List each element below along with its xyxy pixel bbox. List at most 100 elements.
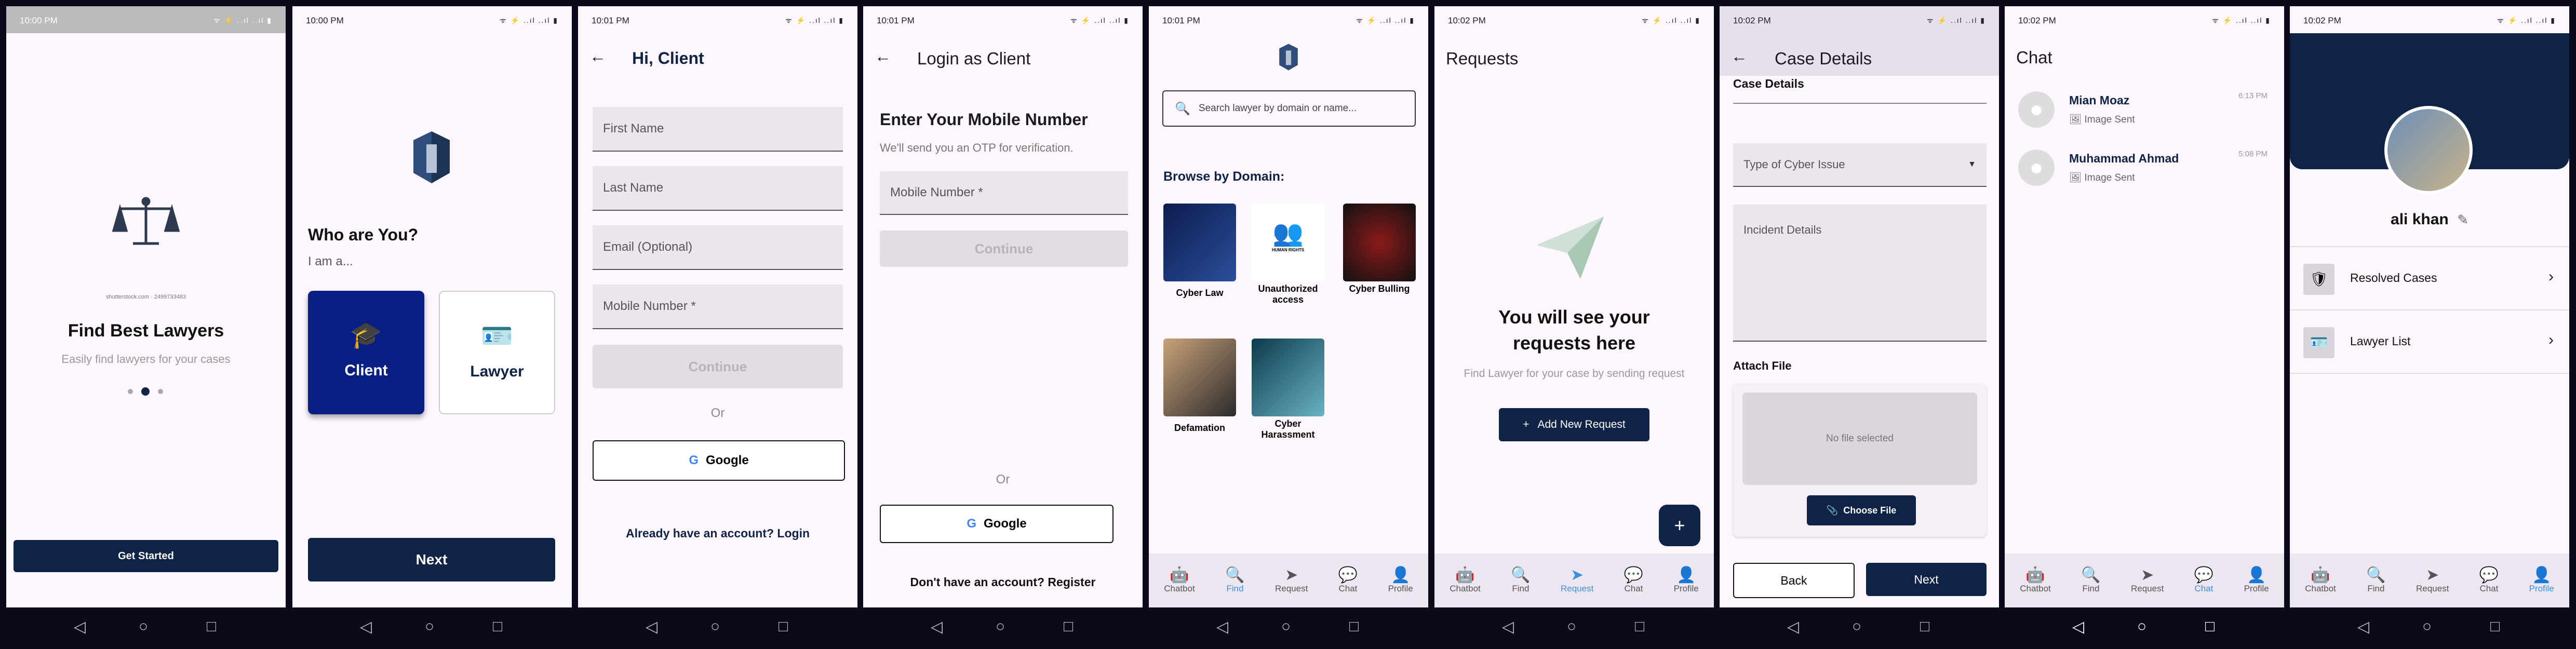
google-label: Google	[706, 453, 749, 467]
recents-square-icon[interactable]: □	[2205, 618, 2215, 636]
empty-state-title: You will see your requests here	[1498, 306, 1650, 354]
home-circle-icon[interactable]: ○	[2422, 618, 2432, 636]
nav-profile[interactable]: 👤 Profile	[2244, 567, 2269, 594]
back-triangle-icon[interactable]: ◁	[1787, 618, 1799, 636]
recents-square-icon[interactable]: □	[1349, 618, 1359, 636]
next-button[interactable]: Next	[308, 538, 555, 582]
register-link[interactable]: Don't have an account? Register	[863, 575, 1143, 589]
home-circle-icon[interactable]: ○	[1567, 618, 1576, 636]
page-dot[interactable]	[128, 389, 133, 394]
home-circle-icon[interactable]: ○	[710, 618, 720, 636]
home-circle-icon[interactable]: ○	[139, 618, 148, 636]
chat-preview: 🖼 Image Sent	[2069, 114, 2135, 125]
home-circle-icon[interactable]: ○	[425, 618, 434, 636]
role-lawyer-card[interactable]: 🪪 Lawyer	[439, 291, 555, 414]
recents-square-icon[interactable]: □	[1635, 618, 1644, 636]
continue-button[interactable]: Continue	[880, 231, 1128, 267]
domain-card-cyber-bulling[interactable]: Cyber Bulling	[1343, 204, 1416, 294]
page-dot-active[interactable]	[141, 387, 150, 396]
email-field[interactable]: Email (Optional)	[593, 225, 843, 270]
recents-square-icon[interactable]: □	[779, 618, 788, 636]
nav-request[interactable]: ➤ Request	[1561, 567, 1593, 594]
home-circle-icon[interactable]: ○	[2137, 618, 2146, 636]
nav-profile[interactable]: 👤 Profile	[1388, 567, 1413, 594]
login-link[interactable]: Already have an account? Login	[578, 526, 857, 540]
profile-avatar[interactable]	[2384, 106, 2473, 194]
mobile-field[interactable]: Mobile Number *	[880, 171, 1128, 215]
back-arrow-icon[interactable]: ←	[589, 47, 606, 66]
role-client-card[interactable]: 🎓 Client	[308, 291, 424, 414]
nav-request[interactable]: ➤ Request	[1275, 567, 1308, 594]
search-input[interactable]: 🔍 Search lawyer by domain or name...	[1162, 90, 1416, 127]
choose-file-button[interactable]: 📎 Choose File	[1807, 495, 1916, 525]
menu-item-lawyer-list[interactable]: 🪪 Lawyer List ›	[2290, 310, 2569, 374]
page-dot[interactable]	[158, 389, 163, 394]
edit-pencil-icon[interactable]: ✎	[2457, 212, 2468, 227]
cyber-issue-dropdown[interactable]: Type of Cyber Issue ▼	[1733, 143, 1987, 187]
nav-profile[interactable]: 👤 Profile	[1674, 567, 1699, 594]
last-name-field[interactable]: Last Name	[593, 166, 843, 211]
nav-chat[interactable]: 💬 Chat	[1338, 567, 1358, 594]
nav-find[interactable]: 🔍 Find	[1511, 567, 1530, 594]
home-circle-icon[interactable]: ○	[1852, 618, 1861, 636]
recents-square-icon[interactable]: □	[493, 618, 502, 636]
back-triangle-icon[interactable]: ◁	[931, 618, 943, 636]
mobile-field[interactable]: Mobile Number *	[593, 285, 843, 329]
back-button[interactable]: Back	[1733, 563, 1855, 598]
nav-chatbot[interactable]: 🤖 Chatbot	[2020, 567, 2051, 594]
menu-item-resolved-cases[interactable]: 🛡 Resolved Cases ›	[2290, 247, 2569, 310]
get-started-button[interactable]: Get Started	[14, 540, 278, 572]
home-circle-icon[interactable]: ○	[996, 618, 1005, 636]
domain-card-defamation[interactable]: Defamation	[1163, 339, 1236, 434]
page-title: Chat	[2016, 48, 2052, 67]
chat-list-item[interactable]: ● Muhammad Ahmad 🖼 Image Sent 5:08 PM	[2005, 142, 2284, 199]
nav-chat[interactable]: 💬 Chat	[2194, 567, 2213, 594]
status-time: 10:01 PM	[1162, 16, 1200, 25]
image-credit: shutterstock.com · 2499733483	[105, 294, 186, 300]
human-rights-caption: HUMAN RIGHTS	[1271, 248, 1305, 252]
fab-add-button[interactable]: +	[1659, 505, 1700, 546]
back-triangle-icon[interactable]: ◁	[1502, 618, 1514, 636]
nav-chat[interactable]: 💬 Chat	[2479, 567, 2499, 594]
first-name-field[interactable]: First Name	[593, 107, 843, 152]
back-triangle-icon[interactable]: ◁	[360, 618, 372, 636]
nav-request[interactable]: ➤ Request	[2131, 567, 2164, 594]
status-bar: 10:02 PM ᯤ ⚡ ..ıl ..ıl ▮	[1720, 6, 1999, 33]
home-circle-icon[interactable]: ○	[1281, 618, 1291, 636]
status-icons: ᯤ ⚡ ..ıl ..ıl ▮	[2211, 16, 2271, 24]
nav-chatbot[interactable]: 🤖 Chatbot	[2305, 567, 2336, 594]
back-triangle-icon[interactable]: ◁	[2357, 618, 2369, 636]
add-new-request-button[interactable]: + Add New Request	[1499, 408, 1649, 441]
domain-card-cyber-law[interactable]: Cyber Law	[1163, 204, 1236, 299]
chat-list-item[interactable]: ● Mian Moaz 🖼 Image Sent 6:13 PM	[2005, 84, 2284, 141]
robot-icon: 🤖	[2025, 566, 2045, 584]
recents-square-icon[interactable]: □	[1920, 618, 1929, 636]
nav-find[interactable]: 🔍 Find	[1225, 567, 1244, 594]
nav-find[interactable]: 🔍 Find	[2081, 567, 2100, 594]
continue-button[interactable]: Continue	[593, 345, 843, 388]
back-arrow-icon[interactable]: ←	[1731, 47, 1748, 66]
profile-name: ali khan	[2391, 211, 2449, 228]
chat-icon: 💬	[2479, 566, 2499, 584]
nav-find[interactable]: 🔍 Find	[2366, 567, 2385, 594]
recents-square-icon[interactable]: □	[207, 618, 216, 636]
back-triangle-icon[interactable]: ◁	[2072, 618, 2084, 636]
back-arrow-icon[interactable]: ←	[875, 47, 891, 66]
recents-square-icon[interactable]: □	[2490, 618, 2500, 636]
google-signin-button[interactable]: G Google	[880, 505, 1113, 543]
recents-square-icon[interactable]: □	[1064, 618, 1073, 636]
incident-details-textarea[interactable]: Incident Details	[1733, 205, 1987, 342]
next-button[interactable]: Next	[1866, 563, 1987, 596]
domain-label: Cyber Law	[1176, 288, 1224, 298]
domain-card-unauthorized-access[interactable]: 👥 HUMAN RIGHTS Unauthorized access	[1252, 204, 1324, 305]
domain-card-cyber-harassment[interactable]: Cyber Harassment	[1252, 339, 1324, 440]
nav-request[interactable]: ➤ Request	[2416, 567, 2449, 594]
nav-profile[interactable]: 👤 Profile	[2529, 567, 2554, 594]
nav-chatbot[interactable]: 🤖 Chatbot	[1450, 567, 1481, 594]
back-triangle-icon[interactable]: ◁	[74, 618, 86, 636]
back-triangle-icon[interactable]: ◁	[646, 618, 658, 636]
back-triangle-icon[interactable]: ◁	[1216, 618, 1228, 636]
google-signin-button[interactable]: G Google	[593, 440, 845, 481]
nav-chat[interactable]: 💬 Chat	[1624, 567, 1643, 594]
nav-chatbot[interactable]: 🤖 Chatbot	[1164, 567, 1195, 594]
